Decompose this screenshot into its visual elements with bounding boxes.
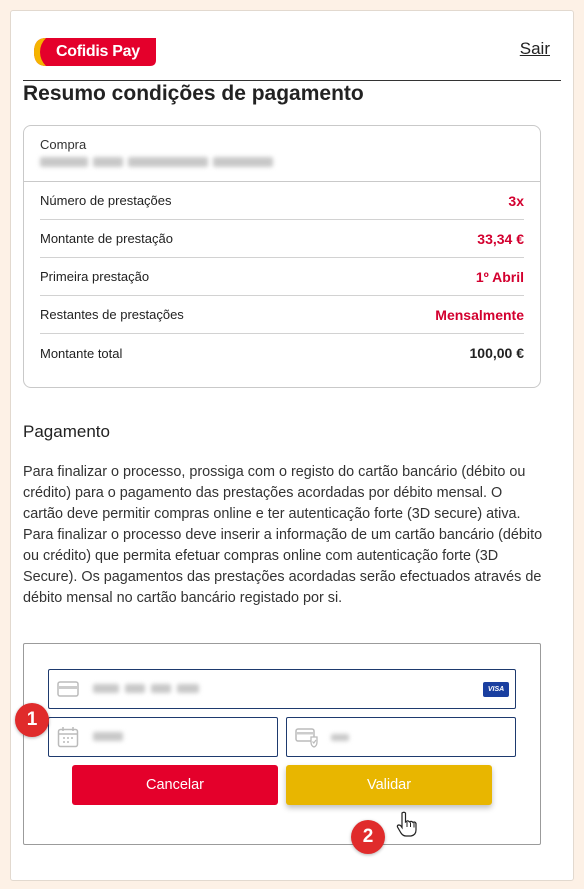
row-value: 100,00 €	[469, 345, 525, 361]
row-label: Montante de prestação	[40, 231, 173, 246]
cvv-redacted	[331, 734, 349, 741]
step-marker-1: 1	[15, 703, 49, 737]
purchase-description-redacted	[40, 157, 524, 167]
summary-row-total-amount: Montante total 100,00 €	[40, 334, 524, 372]
summary-row-installments: Número de prestações 3x	[40, 182, 524, 220]
summary-row-first-installment: Primeira prestação 1º Abril	[40, 258, 524, 296]
row-label: Restantes de prestações	[40, 307, 184, 322]
expiry-date-input[interactable]	[48, 717, 278, 757]
card-number-input[interactable]: VISA	[48, 669, 516, 709]
expiry-redacted	[93, 732, 123, 741]
row-value: 1º Abril	[475, 268, 524, 285]
purchase-label: Compra	[40, 137, 87, 152]
calendar-icon	[57, 726, 79, 753]
visa-icon: VISA	[483, 682, 509, 697]
cofidis-pay-logo: Cofidis Pay	[34, 38, 156, 66]
purchase-section: Compra	[24, 126, 540, 182]
logo-text: Cofidis Pay	[56, 43, 140, 60]
card-shield-icon	[295, 726, 319, 753]
payment-instructions: Para finalizar o processo, prossiga com …	[23, 464, 543, 606]
cancel-button[interactable]: Cancelar	[72, 765, 278, 805]
validate-button[interactable]: Validar	[286, 765, 492, 805]
payment-section-title: Pagamento	[23, 422, 110, 441]
row-label: Montante total	[40, 345, 123, 361]
card-number-redacted	[93, 684, 199, 693]
summary-row-remaining-installments: Restantes de prestações Mensalmente	[40, 296, 524, 334]
row-value: Mensalmente	[435, 306, 524, 323]
page-title: Resumo condições de pagamento	[23, 82, 364, 105]
row-value: 33,34 €	[477, 230, 524, 247]
step-marker-2: 2	[351, 820, 385, 854]
logout-link[interactable]: Sair	[520, 39, 550, 59]
payment-summary-box: Compra Número de prestações 3x Montante …	[23, 125, 541, 388]
summary-row-installment-amount: Montante de prestação 33,34 €	[40, 220, 524, 258]
credit-card-icon	[57, 678, 79, 705]
row-label: Número de prestações	[40, 193, 172, 208]
header-divider	[23, 80, 561, 81]
hand-cursor-icon	[396, 811, 418, 842]
row-value: 3x	[508, 192, 524, 209]
card-form: VISA Cancelar Validar	[23, 643, 541, 845]
cvv-input[interactable]	[286, 717, 516, 757]
row-label: Primeira prestação	[40, 269, 150, 284]
